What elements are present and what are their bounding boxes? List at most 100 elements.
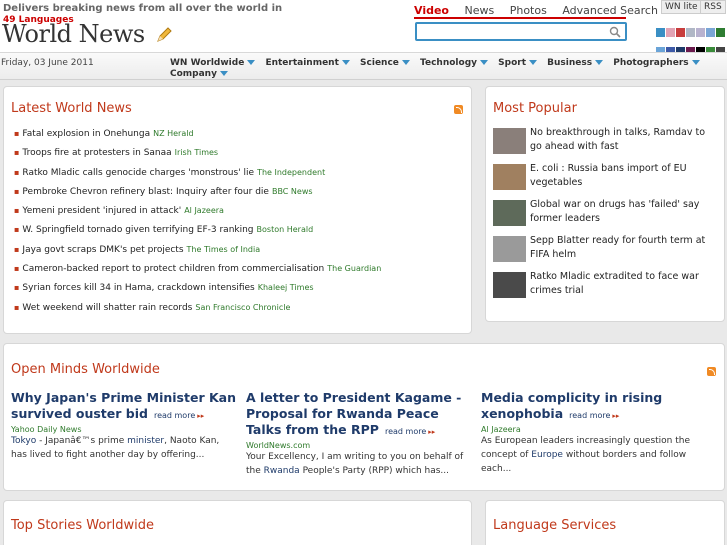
site-logo[interactable]: World News (2, 20, 145, 48)
news-item[interactable]: ▪ Troops fire at protesters in Sanaa Irish… (14, 147, 381, 166)
news-headline[interactable]: Troops fire at protesters in Sanaa (22, 148, 171, 158)
news-headline[interactable]: W. Springfield tornado given terrifying … (22, 225, 253, 235)
news-item[interactable]: ▪ Yemeni president 'injured in attack' Al … (14, 205, 381, 224)
menu-sport[interactable]: Sport (498, 58, 538, 69)
popular-item[interactable]: E. coli : Russia bans import of EU veget… (493, 162, 718, 198)
article-source[interactable]: Al Jazeera (481, 425, 706, 434)
search-icon[interactable] (609, 26, 621, 38)
news-item[interactable]: ▪ Pembroke Chevron refinery blast: Inquir… (14, 186, 381, 205)
news-source[interactable]: The Independent (257, 168, 325, 177)
bullet-icon: ▪ (14, 302, 20, 312)
tab-advanced-search[interactable]: Advanced Search (562, 4, 658, 17)
popular-headline[interactable]: Sepp Blatter ready for fourth term at FI… (530, 234, 710, 262)
color-swatch[interactable] (656, 28, 665, 37)
popular-item[interactable]: Sepp Blatter ready for fourth term at FI… (493, 234, 718, 270)
news-headline[interactable]: Jaya govt scraps DMK's pet projects (22, 245, 183, 255)
arrow-icon: ▸▸ (612, 412, 620, 420)
search-input[interactable] (415, 22, 627, 41)
tab-video[interactable]: Video (414, 4, 449, 17)
keyword-link[interactable]: Tokyo (11, 436, 36, 446)
news-thumbnail[interactable] (493, 164, 526, 190)
news-source[interactable]: Khaleej Times (258, 283, 314, 292)
news-headline[interactable]: Wet weekend will shatter rain records (22, 303, 192, 313)
news-item[interactable]: ▪ Wet weekend will shatter rain records Sa… (14, 302, 381, 321)
menu-wn-worldwide[interactable]: WN Worldwide (170, 58, 256, 69)
category-menu: WN Worldwide Entertainment Science Techn… (170, 58, 727, 80)
color-swatch[interactable] (666, 28, 675, 37)
article-title-link[interactable]: Media complicity in rising xenophobia rea… (481, 390, 706, 424)
news-headline[interactable]: Ratko Mladic calls genocide charges 'mon… (22, 168, 254, 178)
news-item[interactable]: ▪ Cameron-backed report to protect childr… (14, 263, 381, 282)
read-more-link[interactable]: read more (154, 411, 195, 420)
news-source[interactable]: BBC News (272, 187, 313, 196)
news-source[interactable]: The Guardian (327, 264, 381, 273)
tagline: Delivers breaking news from all over the… (3, 3, 283, 14)
menu-technology[interactable]: Technology (420, 58, 489, 69)
news-headline[interactable]: Syrian forces kill 34 in Hama, crackdown… (22, 283, 254, 293)
color-swatch[interactable] (716, 28, 725, 37)
keyword-link[interactable]: Rwanda (264, 466, 300, 476)
news-item[interactable]: ▪ Syrian forces kill 34 in Hama, crackdow… (14, 282, 381, 301)
color-swatch[interactable] (676, 28, 685, 37)
news-headline[interactable]: Pembroke Chevron refinery blast: Inquiry… (22, 187, 269, 197)
bullet-icon: ▪ (14, 167, 20, 177)
news-thumbnail[interactable] (493, 200, 526, 226)
menu-photographers[interactable]: Photographers (613, 58, 700, 69)
keyword-link[interactable]: minister (127, 436, 164, 446)
news-source[interactable]: Boston Herald (257, 225, 314, 234)
news-headline[interactable]: Yemeni president 'injured in attack' (22, 206, 181, 216)
summary-text: People's Party (RPP) which has... (299, 466, 450, 476)
color-swatch[interactable] (696, 28, 705, 37)
rss-feed-icon[interactable] (707, 367, 716, 376)
popular-headline[interactable]: E. coli : Russia bans import of EU veget… (530, 162, 710, 190)
article-title-link[interactable]: Why Japan's Prime Minister Kan survived … (11, 390, 236, 424)
summary-text: - Japanâ€™s prime (36, 436, 128, 446)
news-item[interactable]: ▪ Fatal explosion in Onehunga NZ Herald (14, 128, 381, 147)
menu-science[interactable]: Science (360, 58, 410, 69)
keyword-link[interactable]: Europe (531, 450, 563, 460)
bullet-icon: ▪ (14, 186, 20, 196)
news-thumbnail[interactable] (493, 272, 526, 298)
bullet-icon: ▪ (14, 129, 20, 138)
news-source[interactable]: The Times of India (187, 245, 261, 254)
chevron-down-icon (401, 60, 410, 65)
article-source[interactable]: WorldNews.com (246, 441, 471, 450)
latest-news-title: Latest World News (11, 101, 132, 116)
news-headline[interactable]: Cameron-backed report to protect childre… (22, 264, 324, 274)
news-source[interactable]: San Francisco Chronicle (195, 303, 290, 312)
news-thumbnail[interactable] (493, 236, 526, 262)
popular-headline[interactable]: Ratko Mladic extradited to face war crim… (530, 270, 710, 298)
article-source[interactable]: Yahoo Daily News (11, 425, 236, 434)
news-item[interactable]: ▪ W. Springfield tornado given terrifying… (14, 224, 381, 243)
wn-lite-button[interactable]: WN lite (661, 0, 702, 14)
news-source[interactable]: Irish Times (175, 148, 218, 157)
bullet-icon: ▪ (14, 148, 20, 158)
menu-business[interactable]: Business (547, 58, 604, 69)
news-thumbnail[interactable] (493, 128, 526, 154)
article-title-link[interactable]: A letter to President Kagame - Proposal … (246, 390, 471, 440)
bullet-icon: ▪ (14, 225, 20, 235)
popular-headline[interactable]: Global war on drugs has 'failed' say for… (530, 198, 710, 226)
color-swatch[interactable] (686, 28, 695, 37)
tab-photos[interactable]: Photos (510, 4, 547, 17)
news-item[interactable]: ▪ Ratko Mladic calls genocide charges 'mo… (14, 167, 381, 186)
news-source[interactable]: NZ Herald (153, 129, 193, 138)
news-headline[interactable]: Fatal explosion in Onehunga (22, 129, 150, 139)
read-more-link[interactable]: read more (385, 427, 426, 436)
chevron-down-icon (529, 60, 538, 65)
menu-company[interactable]: Company (170, 69, 228, 80)
popular-item[interactable]: Ratko Mladic extradited to face war crim… (493, 270, 718, 306)
popular-item[interactable]: No breakthrough in talks, Ramdav to go a… (493, 126, 718, 162)
article-summary: As European leaders increasingly questio… (481, 434, 706, 476)
rss-button[interactable]: RSS (700, 0, 726, 14)
popular-headline[interactable]: No breakthrough in talks, Ramdav to go a… (530, 126, 710, 154)
color-swatch[interactable] (706, 28, 715, 37)
news-item[interactable]: ▪ Jaya govt scraps DMK's pet projects The … (14, 244, 381, 263)
arrow-icon: ▸▸ (428, 428, 436, 436)
tab-news[interactable]: News (464, 4, 494, 17)
rss-feed-icon[interactable] (454, 105, 463, 114)
read-more-link[interactable]: read more (569, 411, 610, 420)
news-source[interactable]: Al Jazeera (184, 206, 224, 215)
popular-item[interactable]: Global war on drugs has 'failed' say for… (493, 198, 718, 234)
menu-entertainment[interactable]: Entertainment (265, 58, 350, 69)
